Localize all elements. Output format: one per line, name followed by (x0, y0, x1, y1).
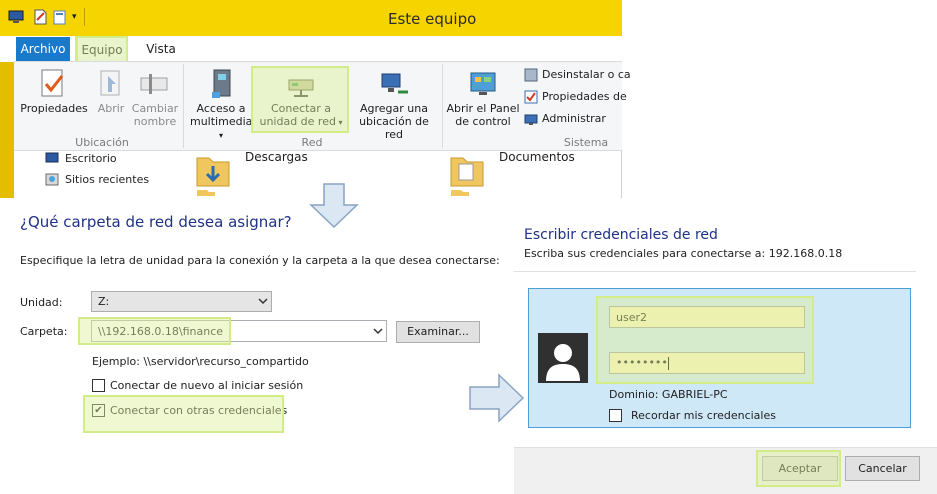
group-ubicacion-label: Ubicación (75, 136, 129, 149)
cambiar-label-2: nombre (133, 115, 177, 128)
agregar-label-1: Agregar una (360, 102, 428, 115)
highlight-conectar (251, 66, 349, 133)
administrar-label: Administrar (542, 112, 606, 125)
folder-example: Ejemplo: \\servidor\recurso_compartido (92, 355, 309, 368)
propiedades-button[interactable]: Propiedades (18, 66, 90, 130)
window-title: Este equipo (388, 10, 477, 28)
desinstalar-button[interactable]: Desinstalar o ca (522, 66, 631, 84)
administrar-button[interactable]: Administrar (522, 110, 622, 128)
chevron-down-icon (258, 298, 268, 305)
group-sistema-label: Sistema (563, 136, 609, 149)
acceso-label-2: multimedia (190, 115, 253, 128)
propiedades-label: Propiedades (20, 102, 88, 115)
qat-separator (84, 8, 85, 26)
highlight-other-credentials (83, 395, 284, 433)
group-separator (183, 64, 184, 148)
reconnect-checkbox[interactable] (92, 379, 105, 392)
cambiar-label-1: Cambiar (131, 102, 179, 115)
media-server-icon (212, 69, 231, 98)
nav-item-escritorio[interactable]: Escritorio (65, 152, 117, 165)
map-drive-heading: ¿Qué carpeta de red desea asignar? (20, 213, 292, 231)
properties-icon[interactable] (32, 8, 48, 26)
agregar-label-2: ubicación de red (359, 115, 429, 141)
tab-archivo[interactable]: Archivo (16, 37, 70, 61)
cambiar-nombre-button[interactable]: Cambiar nombre (130, 66, 180, 130)
highlight-tab-equipo (75, 36, 128, 64)
domain-text: Dominio: GABRIEL-PC (609, 388, 728, 401)
remember-credentials-checkbox[interactable] (609, 409, 622, 422)
propiedades-sistema-label: Propiedades de (542, 90, 627, 103)
drive-label: Unidad: (20, 296, 63, 309)
new-folder-icon[interactable] (52, 8, 68, 26)
desinstalar-label: Desinstalar o ca (542, 68, 631, 81)
checklist-icon (524, 90, 538, 104)
map-drive-description: Especifique la letra de unidad para la c… (20, 254, 500, 267)
downloads-folder-icon (196, 157, 230, 196)
clipboard-check-icon (41, 69, 64, 97)
recent-places-icon (45, 173, 59, 186)
desktop-icon (45, 152, 59, 163)
control-panel-icon (470, 72, 496, 95)
credentials-subtitle: Escriba sus credenciales para conectarse… (524, 247, 843, 260)
folder-documentos[interactable]: Documentos (499, 150, 575, 164)
qat-dropdown-icon[interactable]: ▾ (72, 12, 77, 22)
manage-icon (524, 114, 538, 125)
computer-icon[interactable] (8, 8, 24, 26)
panel-label-2: de control (455, 115, 511, 128)
abrir-button[interactable]: Abrir (92, 66, 130, 130)
highlight-accept (756, 450, 841, 487)
divider (514, 271, 916, 272)
user-silhouette-icon (546, 344, 580, 381)
down-arrow-icon (309, 183, 359, 228)
right-arrow-icon (469, 373, 525, 423)
reconnect-label: Conectar de nuevo al iniciar sesión (110, 379, 304, 392)
acceso-multimedia-button[interactable]: Acceso a multimedia ▾ (190, 66, 253, 140)
uninstall-icon (524, 68, 538, 82)
panel-label-1: Abrir el Panel (446, 102, 520, 115)
tab-vista[interactable]: Vista (138, 37, 184, 61)
abrir-label: Abrir (97, 102, 125, 115)
acceso-label-1: Acceso a (196, 102, 246, 115)
folder-descargas[interactable]: Descargas (245, 150, 308, 164)
group-red-label: Red (301, 136, 323, 149)
drive-letter-value: Z: (98, 295, 110, 308)
documents-folder-icon (450, 157, 484, 196)
cancel-button[interactable]: Cancelar (845, 456, 920, 481)
network-location-icon (381, 73, 408, 94)
remember-credentials-label: Recordar mis credenciales (631, 409, 776, 422)
chevron-down-icon[interactable] (373, 328, 383, 335)
group-separator (442, 64, 443, 148)
drive-letter-select[interactable]: Z: (91, 291, 272, 312)
dropdown-arrow-icon: ▾ (218, 131, 223, 140)
folder-label: Carpeta: (20, 325, 68, 338)
highlight-folder-path (78, 317, 231, 345)
nav-item-sitios-recientes[interactable]: Sitios recientes (65, 173, 149, 186)
open-arrow-icon (100, 70, 120, 96)
credentials-heading: Escribir credenciales de red (524, 227, 718, 243)
propiedades-sistema-button[interactable]: Propiedades de (522, 88, 627, 106)
highlight-credentials (596, 296, 814, 384)
browse-button[interactable]: Examinar... (396, 321, 480, 343)
title-bar (0, 0, 622, 36)
user-avatar (538, 333, 588, 383)
agregar-ubicacion-red-button[interactable]: Agregar una ubicación de red (352, 66, 436, 141)
abrir-panel-control-button[interactable]: Abrir el Panel de control (446, 66, 520, 130)
rename-icon (140, 74, 168, 94)
